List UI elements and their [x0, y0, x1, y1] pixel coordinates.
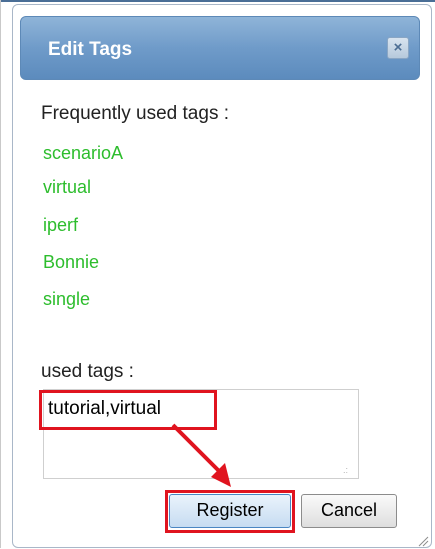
close-icon[interactable]: ×	[387, 37, 409, 59]
used-tags-input[interactable]: tutorial,virtual	[43, 389, 359, 479]
dialog-resize-icon[interactable]	[417, 535, 429, 547]
background-window-left-edge	[0, 0, 1, 548]
frequent-tag-link[interactable]: Bonnie	[43, 252, 99, 273]
frequent-tag-link[interactable]: single	[43, 289, 90, 310]
edit-tags-dialog: Edit Tags × Frequently used tags : scena…	[12, 4, 432, 548]
dialog-titlebar[interactable]: Edit Tags ×	[20, 16, 420, 80]
frequent-tag-link[interactable]: iperf	[43, 215, 78, 236]
frequent-tag-link[interactable]: virtual	[43, 177, 91, 198]
frequent-tags-label: Frequently used tags :	[41, 103, 229, 124]
frequent-tag-link[interactable]: scenarioA	[43, 143, 123, 164]
dialog-title: Edit Tags	[48, 39, 133, 60]
cancel-button[interactable]: Cancel	[301, 494, 397, 528]
register-button[interactable]: Register	[169, 494, 291, 528]
used-tags-label: used tags :	[41, 361, 134, 382]
background-window-edge	[0, 0, 435, 2]
resize-grip-icon[interactable]: .:	[343, 465, 348, 475]
